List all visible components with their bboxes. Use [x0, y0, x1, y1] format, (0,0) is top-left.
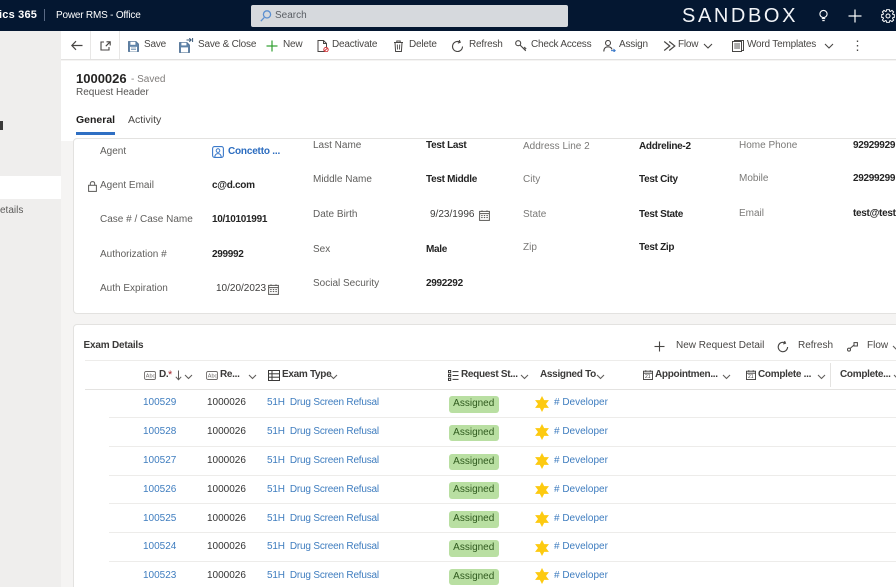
svg-text:Abc: Abc	[208, 374, 218, 380]
svg-text:21: 21	[748, 374, 754, 380]
svg-text:Abc: Abc	[146, 374, 156, 380]
svg-text:21: 21	[645, 374, 651, 380]
